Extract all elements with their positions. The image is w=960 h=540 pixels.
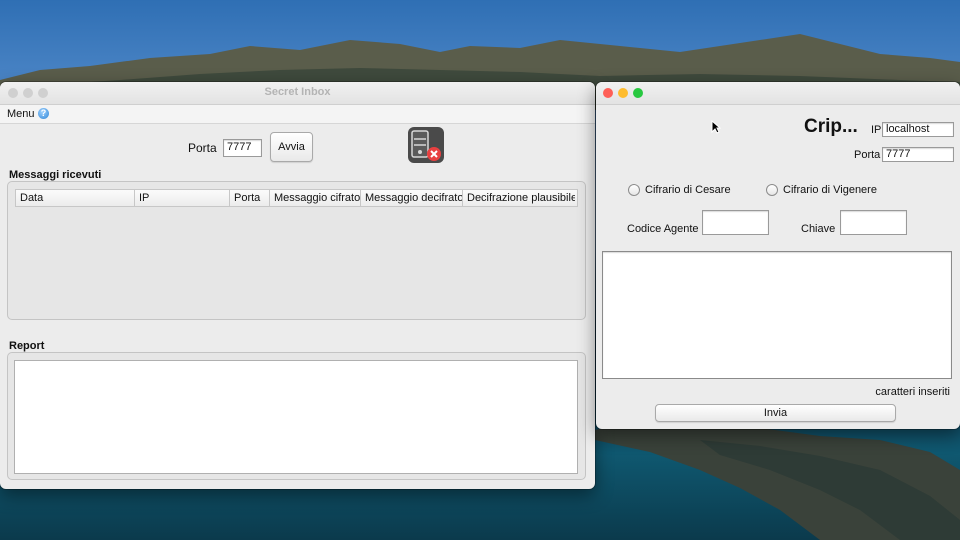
report-section-label: Report	[9, 340, 45, 352]
vigenere-cipher-label[interactable]: Cifrario di Vigenere	[783, 184, 877, 196]
agent-code-label: Codice Agente	[627, 223, 699, 235]
inbox-titlebar[interactable]: Secret Inbox	[0, 82, 595, 105]
ip-label: IP	[871, 124, 882, 136]
send-button[interactable]: Invia	[655, 404, 896, 422]
agent-code-input[interactable]	[702, 210, 769, 235]
radio-vigenere-cipher[interactable]	[766, 184, 778, 196]
app-title: Crip...	[804, 116, 858, 137]
column-ip[interactable]: IP	[135, 190, 230, 206]
menu-bar: Menu ?	[0, 105, 595, 124]
port-label: Porta	[188, 141, 217, 155]
port-input[interactable]: 7777	[882, 147, 954, 162]
menu-item-menu[interactable]: Menu	[7, 108, 35, 120]
messages-section-label: Messaggi ricevuti	[9, 169, 102, 181]
key-input[interactable]	[840, 210, 907, 235]
close-button[interactable]	[603, 88, 613, 98]
message-text-area[interactable]	[602, 251, 952, 379]
zoom-button[interactable]	[633, 88, 643, 98]
server-stopped-icon	[408, 127, 444, 163]
port-input[interactable]: 7777	[223, 139, 262, 157]
report-panel	[7, 352, 586, 480]
column-porta[interactable]: Porta	[230, 190, 270, 206]
key-label: Chiave	[801, 223, 836, 235]
help-icon[interactable]: ?	[38, 108, 49, 119]
column-encrypted-message[interactable]: Messaggio cifrato	[270, 190, 361, 206]
mouse-cursor-icon	[711, 120, 721, 134]
ip-input[interactable]: localhost	[882, 122, 954, 137]
client-window: Crip... IP localhost Porta 7777 Cifrario…	[596, 82, 960, 429]
port-label: Porta	[854, 149, 881, 161]
radio-caesar-cipher[interactable]	[628, 184, 640, 196]
minimize-button[interactable]	[618, 88, 628, 98]
messages-table-panel: Data IP Porta Messaggio cifrato Messaggi…	[7, 181, 586, 320]
column-data[interactable]: Data	[16, 190, 135, 206]
start-button[interactable]: Avvia	[270, 132, 313, 162]
secret-inbox-window: Secret Inbox Menu ? Porta 7777 Avvia Mes…	[0, 82, 595, 489]
messages-table-header: Data IP Porta Messaggio cifrato Messaggi…	[15, 189, 578, 207]
client-titlebar[interactable]	[596, 82, 960, 105]
characters-count-label: caratteri inseriti	[875, 386, 950, 398]
caesar-cipher-label[interactable]: Cifrario di Cesare	[645, 184, 731, 196]
window-title: Secret Inbox	[264, 86, 331, 98]
report-text-area[interactable]	[14, 360, 578, 474]
column-decrypted-message[interactable]: Messaggio decifrato	[361, 190, 463, 206]
column-plausible-decryption[interactable]: Decifrazione plausibile	[463, 190, 575, 206]
